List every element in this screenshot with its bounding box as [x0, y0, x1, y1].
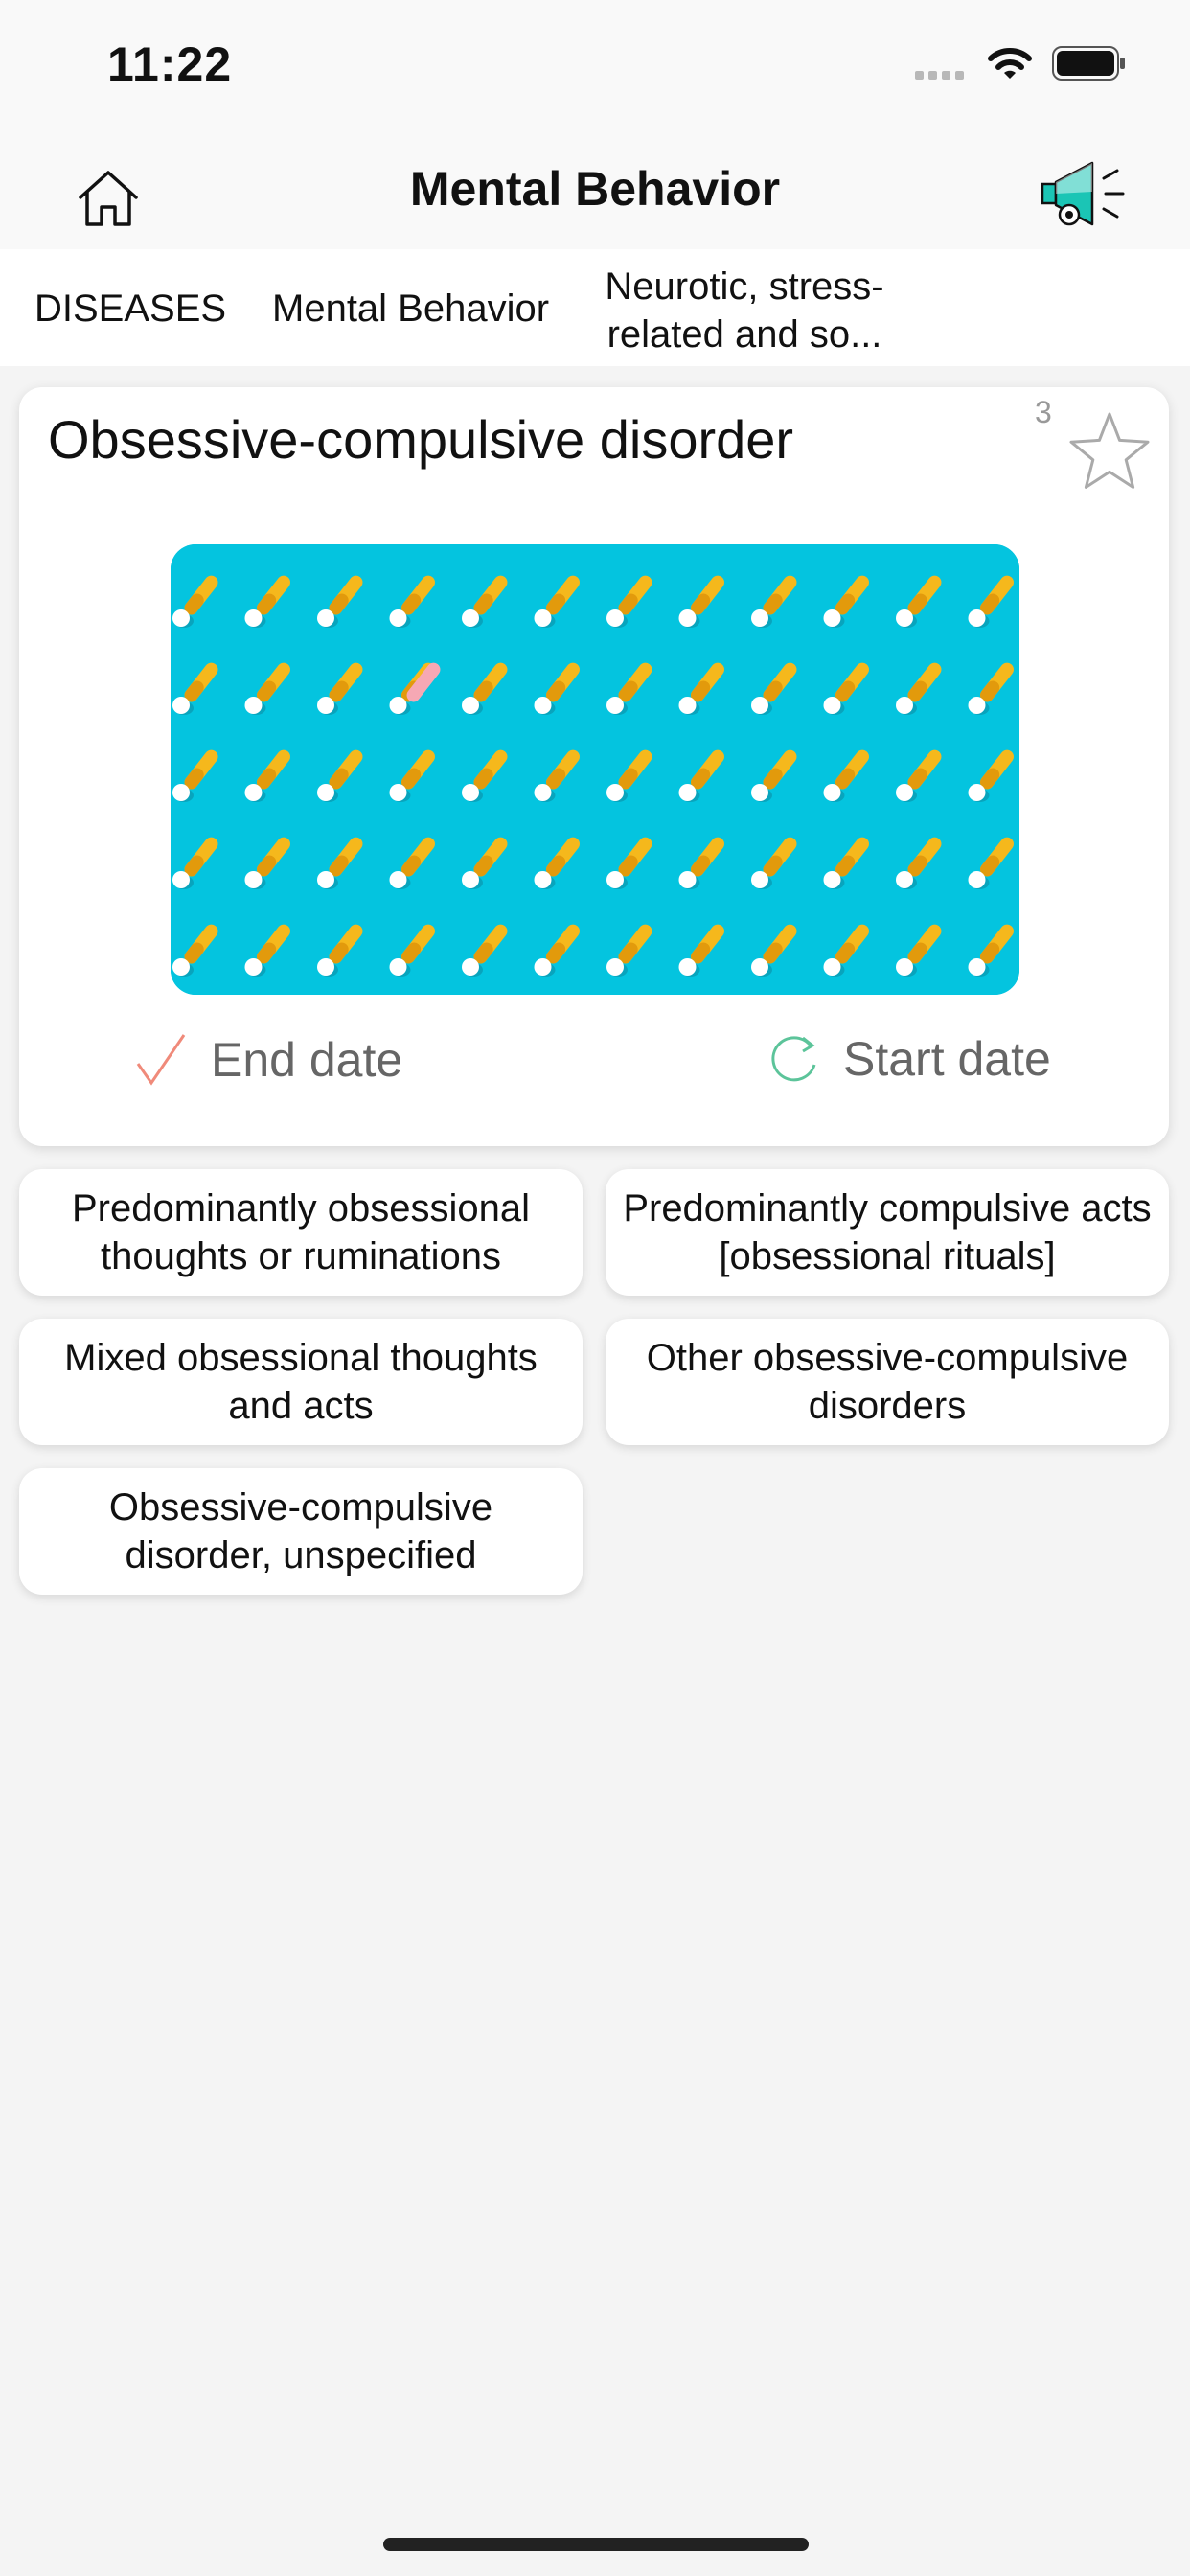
option-label: Predominantly compulsive acts [obsession… — [623, 1187, 1152, 1277]
status-bar: 11:22 — [0, 0, 1190, 134]
end-date-button[interactable]: End date — [134, 1031, 402, 1089]
breadcrumb-item-diseases[interactable]: DISEASES — [34, 288, 226, 331]
option-compulsive-acts[interactable]: Predominantly compulsive acts [obsession… — [606, 1169, 1169, 1296]
megaphone-icon[interactable] — [1035, 153, 1131, 236]
option-label: Mixed obsessional thoughts and acts — [64, 1337, 538, 1427]
home-indicator[interactable] — [383, 2538, 809, 2551]
option-label: Other obsessive-compulsive disorders — [646, 1337, 1129, 1427]
option-ocd-unspecified[interactable]: Obsessive-compulsive disorder, unspecifi… — [19, 1468, 583, 1595]
wifi-icon — [988, 48, 1032, 79]
breadcrumb-item-neurotic[interactable]: Neurotic, stress-related and so... — [586, 263, 903, 358]
option-label: Obsessive-compulsive disorder, unspecifi… — [108, 1486, 493, 1576]
option-other-ocd[interactable]: Other obsessive-compulsive disorders — [606, 1319, 1169, 1445]
option-label: Predominantly obsessional thoughts or ru… — [71, 1187, 531, 1277]
breadcrumb: DISEASES Mental Behavior Neurotic, stres… — [0, 249, 1190, 366]
disease-card: Obsessive-compulsive disorder 3 End date… — [19, 387, 1169, 1146]
pills-illustration — [171, 544, 1019, 995]
end-date-label: End date — [211, 1033, 403, 1087]
option-obsessional-thoughts[interactable]: Predominantly obsessional thoughts or ru… — [19, 1169, 583, 1296]
breadcrumb-item-mental-behavior[interactable]: Mental Behavior — [272, 288, 549, 331]
start-date-button[interactable]: Start date — [767, 1031, 1051, 1087]
battery-icon — [1052, 46, 1125, 80]
favorite-count: 3 — [1035, 395, 1052, 429]
refresh-icon — [771, 1036, 816, 1082]
card-title: Obsessive-compulsive disorder — [48, 409, 794, 470]
star-icon[interactable] — [1064, 406, 1156, 498]
signal-icon — [915, 67, 969, 84]
start-date-label: Start date — [843, 1032, 1051, 1086]
option-mixed-thoughts-acts[interactable]: Mixed obsessional thoughts and acts — [19, 1319, 583, 1445]
navigation-bar: Mental Behavior — [0, 134, 1190, 249]
checkmark-icon — [136, 1034, 186, 1086]
page-title: Mental Behavior — [409, 162, 781, 216]
status-time: 11:22 — [107, 37, 233, 91]
